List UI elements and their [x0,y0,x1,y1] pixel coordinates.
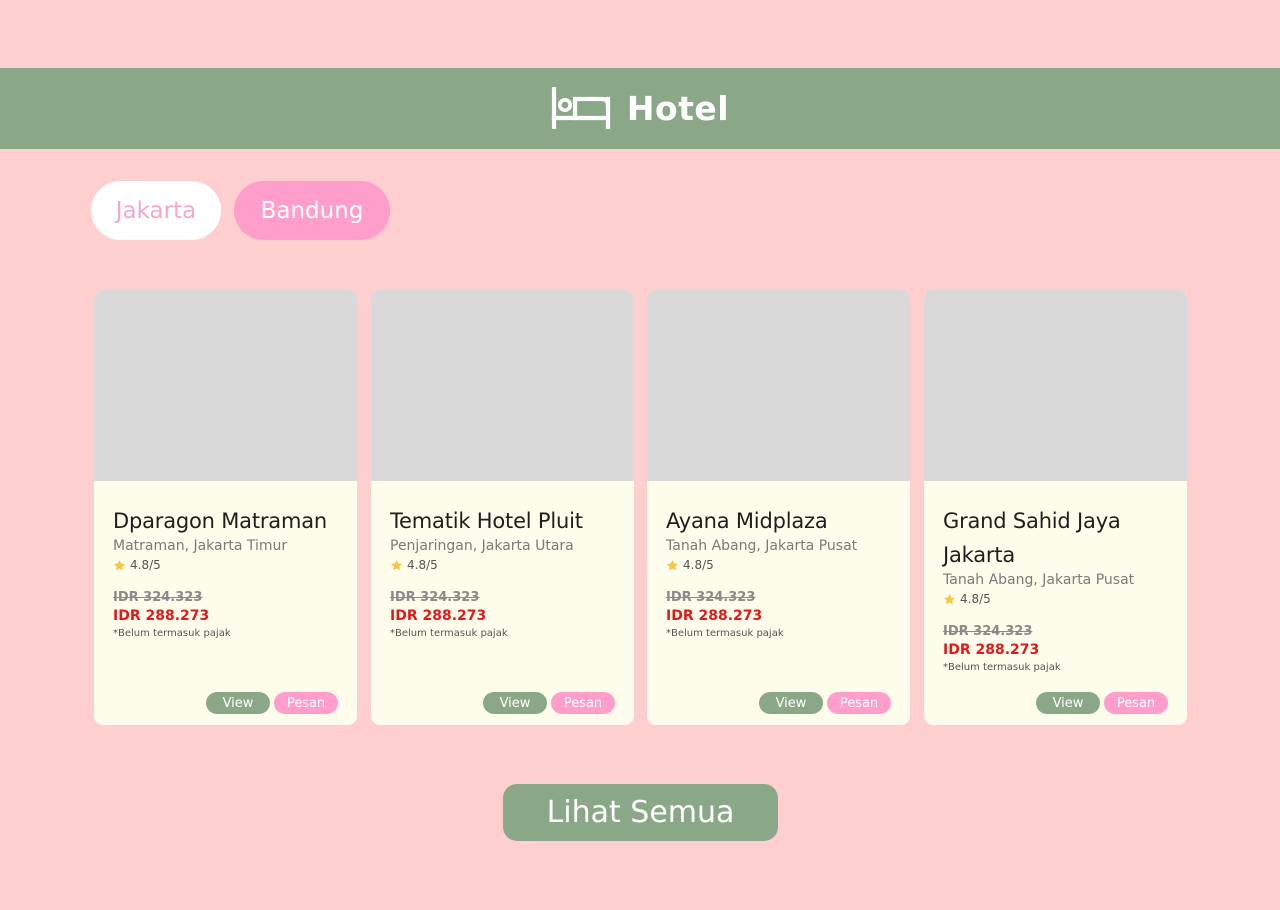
price-original: IDR 324.323 [390,590,480,605]
hotel-name: Tematik Hotel Pluit [390,509,583,533]
price-discounted: IDR 288.273 [113,608,210,624]
hotel-card: Dparagon Matraman Matraman, Jakarta Timu… [94,290,357,725]
rating-value: 4.8/5 [407,558,438,572]
header-title: Hotel [626,89,730,128]
tax-note: *Belum termasuk pajak [390,628,508,639]
view-button[interactable]: View [1036,692,1100,714]
hotel-location: Matraman, Jakarta Timur [113,538,288,554]
card-actions: View Pesan [483,692,615,714]
hotel-name: Dparagon Matraman [113,509,327,533]
hotel-image-placeholder [371,290,634,481]
hotel-location: Tanah Abang, Jakarta Pusat [666,538,858,554]
header-bar: Hotel [0,68,1280,149]
hotel-card: Grand Sahid Jaya Jakarta Tanah Abang, Ja… [924,290,1187,725]
hotel-card-body: Dparagon Matraman Matraman, Jakarta Timu… [94,481,357,725]
hotel-image-placeholder [94,290,357,481]
hotel-rating: 4.8/5 [943,592,1168,606]
see-all-button[interactable]: Lihat Semua [503,784,778,841]
tax-note: *Belum termasuk pajak [943,662,1061,673]
star-icon [390,559,403,570]
bed-icon [551,86,610,129]
header-brand: Hotel [551,86,730,129]
hotel-card: Tematik Hotel Pluit Penjaringan, Jakarta… [371,290,634,725]
star-icon [666,559,679,570]
price-discounted: IDR 288.273 [943,642,1040,658]
hotel-card-body: Grand Sahid Jaya Jakarta Tanah Abang, Ja… [924,481,1187,725]
star-icon [113,559,126,570]
view-button[interactable]: View [206,692,270,714]
tab-bandung[interactable]: Bandung [234,181,390,240]
card-actions: View Pesan [759,692,891,714]
book-button[interactable]: Pesan [1104,692,1168,714]
price-discounted: IDR 288.273 [390,608,487,624]
hotel-name: Grand Sahid Jaya Jakarta [943,509,1121,567]
rating-value: 4.8/5 [130,558,161,572]
hotel-image-placeholder [647,290,910,481]
hotel-image-placeholder [924,290,1187,481]
tab-jakarta[interactable]: Jakarta [91,181,221,240]
star-icon [943,593,956,604]
book-button[interactable]: Pesan [274,692,338,714]
book-button[interactable]: Pesan [551,692,615,714]
hotel-card-body: Tematik Hotel Pluit Penjaringan, Jakarta… [371,481,634,725]
price-discounted: IDR 288.273 [666,608,763,624]
hotel-location: Tanah Abang, Jakarta Pusat [943,572,1135,588]
hotel-page: Hotel Jakarta Bandung Dparagon Matraman … [0,0,1280,910]
hotel-location: Penjaringan, Jakarta Utara [390,538,574,554]
hotel-card: Ayana Midplaza Tanah Abang, Jakarta Pusa… [647,290,910,725]
tax-note: *Belum termasuk pajak [113,628,231,639]
hotel-rating: 4.8/5 [390,558,615,572]
hotel-name: Ayana Midplaza [666,509,828,533]
tax-note: *Belum termasuk pajak [666,628,784,639]
book-button[interactable]: Pesan [827,692,891,714]
view-button[interactable]: View [759,692,823,714]
price-original: IDR 324.323 [666,590,756,605]
hotel-rating: 4.8/5 [666,558,891,572]
card-actions: View Pesan [1036,692,1168,714]
rating-value: 4.8/5 [960,592,991,606]
hotel-rating: 4.8/5 [113,558,338,572]
hotel-card-body: Ayana Midplaza Tanah Abang, Jakarta Pusa… [647,481,910,725]
card-actions: View Pesan [206,692,338,714]
view-button[interactable]: View [483,692,547,714]
rating-value: 4.8/5 [683,558,714,572]
price-original: IDR 324.323 [113,590,203,605]
price-original: IDR 324.323 [943,624,1033,639]
